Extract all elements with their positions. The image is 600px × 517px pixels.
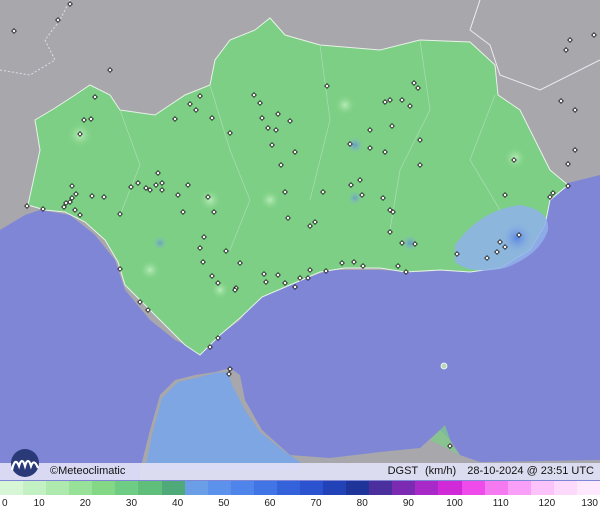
color-scale-tick-label: 30	[125, 498, 138, 509]
color-scale-swatch	[253, 481, 277, 495]
high-gust-spot	[348, 191, 362, 205]
color-scale-swatch	[484, 481, 508, 495]
color-scale-ticks: 0 10 20 30 40 50 60 70 80 90 100 110 120 130	[0, 498, 600, 512]
color-scale-tick-label: 120	[538, 498, 556, 509]
brand-label: ©Meteoclimatic	[50, 465, 125, 477]
wind-spot	[334, 94, 356, 116]
meteoclimatic-logo-icon	[10, 449, 40, 477]
color-scale-swatch	[115, 481, 139, 495]
color-scale-swatch	[553, 481, 577, 495]
color-scale-tick-label: 70	[310, 498, 322, 509]
color-scale-swatch	[69, 481, 93, 495]
color-scale-bar	[0, 481, 600, 495]
color-scale-swatch	[576, 481, 600, 495]
variable-name: DGST	[387, 465, 418, 477]
color-scale-swatch	[507, 481, 531, 495]
color-scale-swatch	[369, 481, 393, 495]
color-scale-tick-label: 60	[264, 498, 276, 509]
alboran-island	[440, 362, 448, 370]
color-scale-swatch	[438, 481, 462, 495]
color-scale-swatch	[461, 481, 485, 495]
color-scale-swatch	[23, 481, 47, 495]
observation-datetime: 28-10-2024 @ 23:51 UTC	[467, 465, 594, 477]
color-scale-tick-label: 0	[2, 498, 8, 509]
color-scale-tick-label: 90	[402, 498, 414, 509]
color-scale-legend: 0 10 20 30 40 50 60 70 80 90 100 110 120 130	[0, 481, 600, 517]
variable-unit: (km/h)	[425, 465, 457, 477]
color-scale-tick-label: 80	[356, 498, 368, 509]
wind-spot	[198, 188, 222, 212]
color-scale-swatch	[161, 481, 185, 495]
wind-spot	[139, 259, 161, 281]
color-scale-swatch	[0, 481, 24, 495]
brand-name: Meteoclimatic	[58, 465, 126, 477]
color-scale-swatch	[392, 481, 416, 495]
color-scale-swatch	[415, 481, 439, 495]
color-scale-swatch	[230, 481, 254, 495]
wind-spot	[259, 189, 281, 211]
wind-gust-map	[0, 0, 600, 480]
color-scale-swatch	[138, 481, 162, 495]
color-scale-tick-label: 50	[218, 498, 230, 509]
map-canvas	[0, 0, 600, 480]
color-scale-swatch	[46, 481, 70, 495]
color-scale-tick-label: 130	[581, 498, 598, 509]
color-scale-tick-label: 20	[79, 498, 91, 509]
color-scale-tick-label: 110	[492, 498, 509, 509]
high-gust-core	[501, 222, 533, 254]
color-scale-swatch	[184, 481, 208, 495]
color-scale-swatch	[530, 481, 554, 495]
wind-spot	[503, 146, 527, 170]
color-scale-tick-label: 100	[446, 498, 463, 509]
color-scale-swatch	[300, 481, 324, 495]
color-scale-swatch	[346, 481, 370, 495]
color-scale-swatch	[323, 481, 347, 495]
color-scale-swatch	[276, 481, 301, 495]
color-scale-tick-label: 10	[33, 498, 45, 509]
color-scale-swatch	[92, 481, 116, 495]
high-gust-spot	[153, 236, 167, 250]
map-title: DGST (km/h) 28-10-2024 @ 23:51 UTC	[384, 465, 594, 477]
color-scale-tick-label: 40	[172, 498, 184, 509]
copyright-symbol: ©	[50, 465, 59, 477]
color-scale-swatch	[207, 481, 231, 495]
